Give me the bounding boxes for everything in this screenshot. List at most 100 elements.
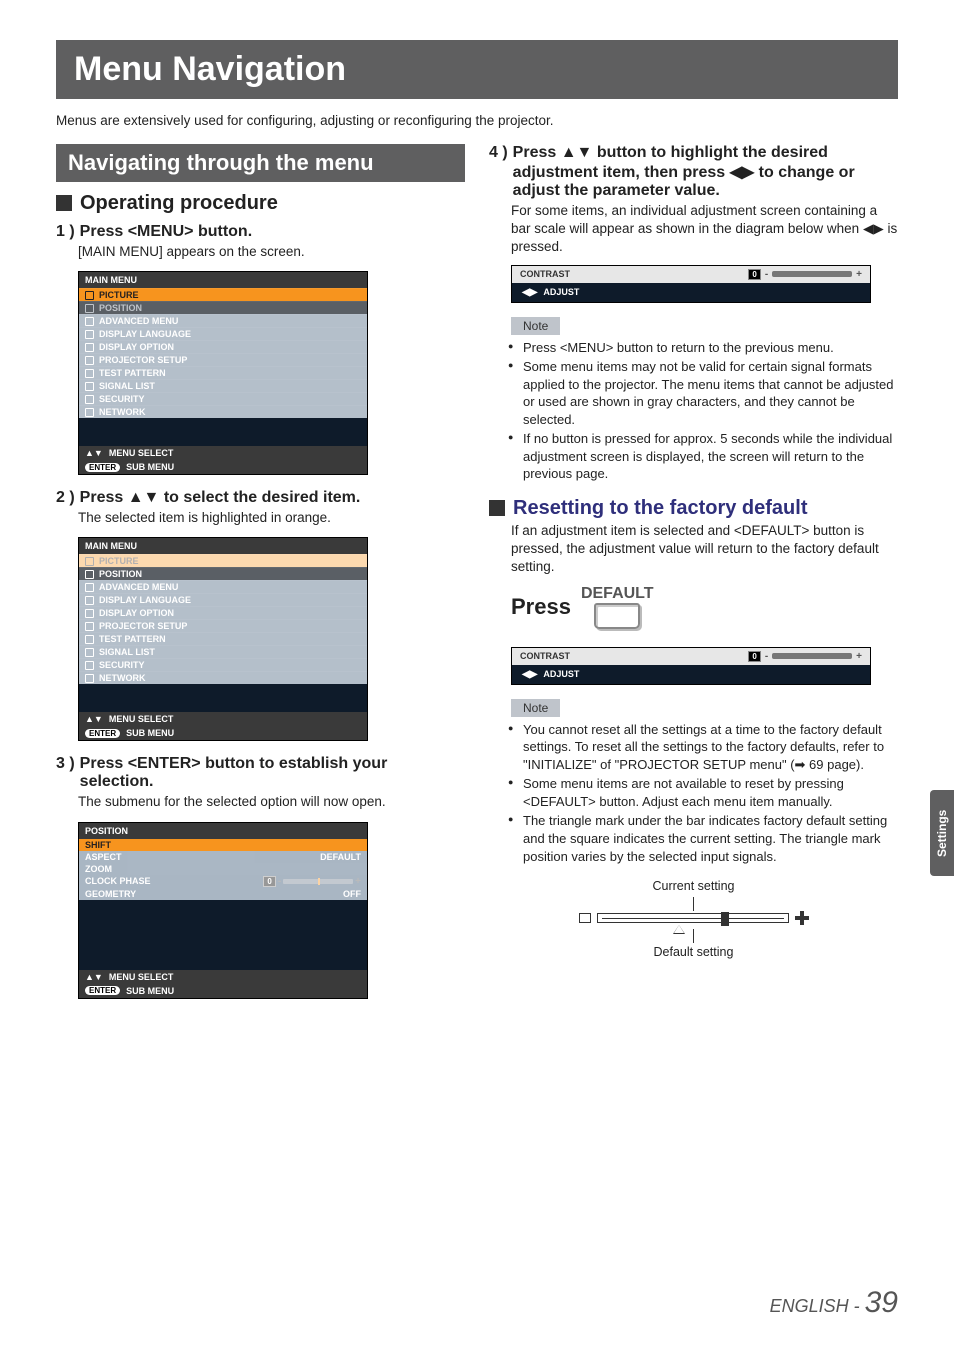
row-key: SHIFT xyxy=(85,840,111,850)
notes-list-2: You cannot reset all the settings at a t… xyxy=(511,721,898,865)
menu-item-icon xyxy=(85,408,94,417)
position-submenu: POSITION SHIFT ASPECTDEFAULT ZOOM CLOCK … xyxy=(78,822,368,999)
reset-heading: Resetting to the factory default xyxy=(489,497,898,520)
contrast-value: 0 xyxy=(748,651,760,662)
menu2-footer: ▲▼MENU SELECT ENTERSUB MENU xyxy=(79,712,367,740)
contrast-strip-1: CONTRAST 0-+ ◀▶ADJUST xyxy=(511,265,871,303)
callout-line-icon xyxy=(693,897,694,911)
menu-item-icon xyxy=(85,622,94,631)
submenu-row: SHIFT xyxy=(79,839,367,851)
step2-title: Press ▲▼ to select the desired item. xyxy=(80,489,361,507)
menu1-item: TEST PATTERN xyxy=(79,366,367,379)
menu-item-label: ADVANCED MENU xyxy=(99,582,178,592)
menu-item-icon xyxy=(85,609,94,618)
menu-item-label: PICTURE xyxy=(99,556,139,566)
menu-item-label: ADVANCED MENU xyxy=(99,316,178,326)
menu-item-label: DISPLAY LANGUAGE xyxy=(99,329,191,339)
menu-item-label: TEST PATTERN xyxy=(99,634,166,644)
main-menu-2: MAIN MENU PICTURE POSITION ADVANCED MENU… xyxy=(78,537,368,741)
enter-pill-icon: ENTER xyxy=(85,729,120,738)
step1-number: 1 ) xyxy=(56,223,75,241)
menu2-item: SECURITY xyxy=(79,658,367,671)
sub-menu-label: SUB MENU xyxy=(126,462,174,472)
row-key: ZOOM xyxy=(85,864,112,874)
step3-heading: 3 ) Press <ENTER> button to establish yo… xyxy=(56,755,465,791)
leftright-icon: ◀▶ xyxy=(522,287,537,298)
menu-select-label: MENU SELECT xyxy=(109,972,174,982)
footer-language: ENGLISH - xyxy=(770,1296,865,1316)
side-tab-settings: Settings xyxy=(930,790,954,876)
menu-gap xyxy=(79,684,367,712)
menu-item-icon xyxy=(85,304,94,313)
main-menu-1: MAIN MENU PICTURE POSITION ADVANCED MENU… xyxy=(78,271,368,475)
note-item: Some menu items may not be valid for cer… xyxy=(511,358,898,428)
minus-box-icon xyxy=(579,913,591,923)
updown-icon: ▲▼ xyxy=(85,972,103,982)
menu1-item: ADVANCED MENU xyxy=(79,314,367,327)
step4-title: Press ▲▼ button to highlight the desired… xyxy=(513,144,898,200)
submenu-row: ASPECT DEFAULT xyxy=(79,851,367,863)
menu1-item: SIGNAL LIST xyxy=(79,379,367,392)
menu-item-label: DISPLAY LANGUAGE xyxy=(99,595,191,605)
step2-number: 2 ) xyxy=(56,489,75,507)
menu-item-icon xyxy=(85,330,94,339)
note-item: Some menu items are not available to res… xyxy=(511,775,898,810)
step1-heading: 1 ) Press <MENU> button. xyxy=(56,223,465,241)
step3-title: Press <ENTER> button to establish your s… xyxy=(80,755,465,791)
page: Menu Navigation Menus are extensively us… xyxy=(0,0,954,1350)
default-setting-label: Default setting xyxy=(579,945,809,959)
default-key-label: DEFAULT xyxy=(581,585,654,602)
menu-item-icon xyxy=(85,291,94,300)
section-bar: Navigating through the menu xyxy=(56,144,465,182)
submenu-row: ZOOM xyxy=(79,863,367,875)
menu2-item: DISPLAY LANGUAGE xyxy=(79,593,367,606)
adjust-label: ADJUST xyxy=(543,287,579,297)
callout-line-icon xyxy=(693,929,694,943)
page-title: Menu Navigation xyxy=(56,40,898,99)
adjust-label: ADJUST xyxy=(543,669,579,679)
menu-item-label: PICTURE xyxy=(99,290,139,300)
menu1-item: POSITION xyxy=(79,301,367,314)
contrast-label: CONTRAST xyxy=(520,269,570,279)
menu-item-icon xyxy=(85,583,94,592)
menu-item-label: PROJECTOR SETUP xyxy=(99,355,187,365)
notes-list-1: Press <MENU> button to return to the pre… xyxy=(511,339,898,483)
row-key: ASPECT xyxy=(85,852,122,862)
plus-box-icon xyxy=(795,911,809,925)
menu-item-icon xyxy=(85,570,94,579)
menu1-item: PICTURE xyxy=(79,288,367,301)
menu-item-icon xyxy=(85,369,94,378)
updown-icon: ▲▼ xyxy=(85,448,103,458)
row-val: OFF xyxy=(343,889,361,899)
submenu-row: GEOMETRY OFF xyxy=(79,888,367,900)
bar-icon xyxy=(283,879,353,884)
current-setting-label: Current setting xyxy=(579,879,809,893)
menu-item-icon xyxy=(85,317,94,326)
right-column: 4 ) Press ▲▼ button to highlight the des… xyxy=(489,144,898,1013)
row-key: GEOMETRY xyxy=(85,889,136,899)
step2-desc: The selected item is highlighted in oran… xyxy=(78,509,465,527)
menu-item-icon xyxy=(85,343,94,352)
enter-pill-icon: ENTER xyxy=(85,463,120,472)
menu2-item: POSITION xyxy=(79,567,367,580)
footer-page-number: 39 xyxy=(865,1286,898,1319)
step1-title: Press <MENU> button. xyxy=(80,223,252,241)
slider-icon xyxy=(772,653,852,659)
menu1-item: NETWORK xyxy=(79,405,367,418)
menu-item-label: PROJECTOR SETUP xyxy=(99,621,187,631)
enter-pill-icon: ENTER xyxy=(85,986,120,995)
contrast-value: 0 xyxy=(748,269,760,280)
note-item: You cannot reset all the settings at a t… xyxy=(511,721,898,774)
left-column: Navigating through the menu Operating pr… xyxy=(56,144,465,1013)
menu-select-label: MENU SELECT xyxy=(109,714,174,724)
menu-item-label: SECURITY xyxy=(99,394,145,404)
submenu-row: CLOCK PHASE0-+ xyxy=(79,875,367,888)
contrast-strip-2: CONTRAST 0-+ ◀▶ADJUST xyxy=(511,647,871,685)
reset-heading-label: Resetting to the factory default xyxy=(513,497,807,520)
note-label: Note xyxy=(511,699,560,717)
row-key: CLOCK PHASE xyxy=(85,876,151,886)
menu-item-icon xyxy=(85,674,94,683)
note-item: The triangle mark under the bar indicate… xyxy=(511,812,898,865)
menu1-item: DISPLAY LANGUAGE xyxy=(79,327,367,340)
row-val: DEFAULT xyxy=(320,852,361,862)
